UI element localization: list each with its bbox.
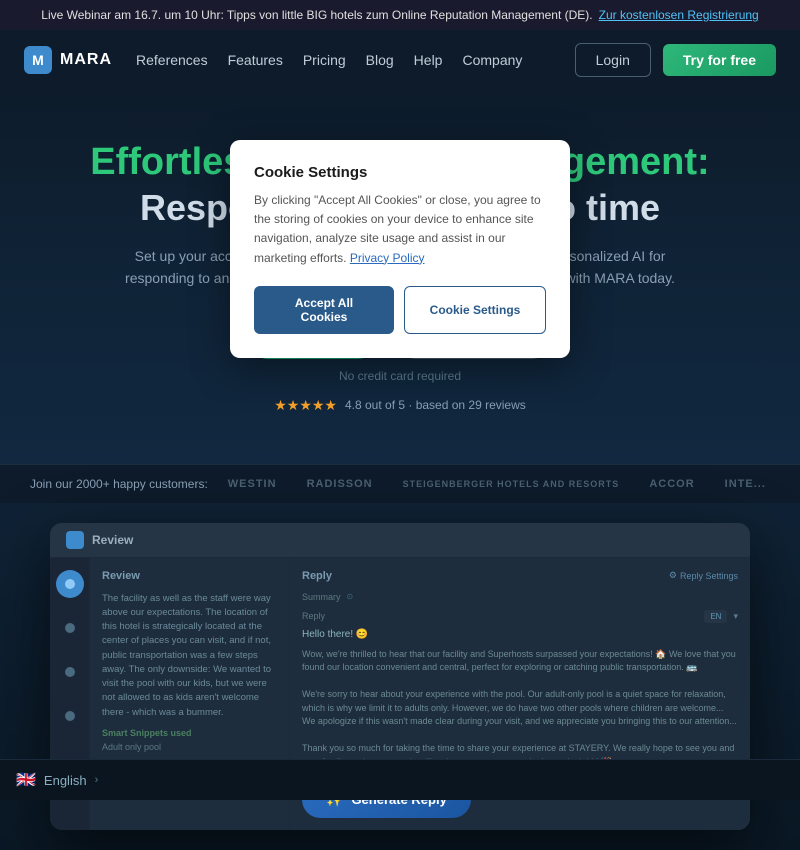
mockup-logo-icon (66, 531, 84, 549)
snippets-label: Smart Snippets used (102, 728, 277, 738)
sidebar-dot-4[interactable] (56, 702, 84, 730)
rating-row: ★★★★★ 4.8 out of 5 · based on 29 reviews (40, 397, 760, 414)
customer-other: Inte... (725, 478, 766, 490)
logo-icon: M (24, 46, 52, 74)
navbar: M MARA References Features Pricing Blog … (0, 30, 800, 90)
accept-cookies-button[interactable]: Accept All Cookies (254, 286, 394, 334)
privacy-link[interactable]: Privacy Policy (350, 251, 425, 265)
customers-bar: Join our 2000+ happy customers: WESTIN R… (0, 464, 800, 503)
logo-text: MARA (60, 51, 112, 69)
customer-logos: WESTIN Radisson STEIGENBERGER HOTELS AND… (228, 478, 770, 490)
hello-text: Hello there! 😊 (302, 629, 738, 640)
no-credit-text: No credit card required (40, 369, 760, 383)
customer-steigenberger: STEIGENBERGER HOTELS AND RESORTS (403, 479, 620, 489)
chevron-down-icon: ▾ (733, 611, 738, 622)
language-chevron-icon: › (95, 774, 99, 786)
reply-label: Reply (302, 611, 325, 621)
flag-icon: 🇬🇧 (16, 770, 36, 790)
stars-icon: ★★★★★ (274, 397, 337, 414)
summary-toggle-icon: ⊙ (347, 592, 354, 601)
footer: 🇬🇧 English › (0, 759, 800, 800)
summary-row: Summary ⊙ (302, 592, 738, 602)
nav-help[interactable]: Help (414, 52, 443, 68)
customers-label: Join our 2000+ happy customers: (30, 477, 208, 491)
reply-settings-button[interactable]: ⚙ Reply Settings (669, 570, 738, 581)
try-free-button[interactable]: Try for free (663, 44, 776, 76)
cookie-modal: Cookie Settings By clicking "Accept All … (230, 140, 570, 358)
top-banner: Live Webinar am 16.7. um 10 Uhr: Tipps v… (0, 0, 800, 30)
summary-label: Summary (302, 592, 341, 602)
review-panel-title: Review (102, 570, 277, 582)
sidebar-dot-1[interactable] (56, 570, 84, 598)
customer-radisson: Radisson (307, 478, 373, 490)
rating-score: 4.8 out of 5 · based on 29 reviews (345, 398, 526, 412)
nav-references[interactable]: References (136, 52, 208, 68)
nav-pricing[interactable]: Pricing (303, 52, 346, 68)
cookie-btn-row: Accept All Cookies Cookie Settings (254, 286, 546, 334)
reply-panel-header: Reply ⚙ Reply Settings (302, 570, 738, 582)
nav-actions: Login Try for free (575, 43, 776, 77)
cookie-modal-title: Cookie Settings (254, 164, 546, 181)
logo: M MARA (24, 46, 112, 74)
cookie-settings-button[interactable]: Cookie Settings (404, 286, 546, 334)
lang-badge: EN (704, 610, 727, 623)
cookie-modal-text: By clicking "Accept All Cookies" or clos… (254, 191, 546, 268)
review-text: The facility as well as the staff were w… (102, 592, 277, 720)
customer-westin: WESTIN (228, 478, 277, 490)
language-label: English (44, 773, 87, 788)
nav-blog[interactable]: Blog (366, 52, 394, 68)
sidebar-dot-2[interactable] (56, 614, 84, 642)
mockup-header: Review (50, 523, 750, 558)
nav-company[interactable]: Company (462, 52, 522, 68)
customer-accor: ACCOR (649, 478, 694, 490)
login-button[interactable]: Login (575, 43, 651, 77)
reply-body-text: Wow, we're thrilled to hear that our fac… (302, 648, 738, 770)
banner-text: Live Webinar am 16.7. um 10 Uhr: Tipps v… (41, 8, 592, 22)
sidebar-dot-3[interactable] (56, 658, 84, 686)
nav-links: References Features Pricing Blog Help Co… (136, 52, 551, 68)
snippets-value: Adult only pool (102, 742, 277, 752)
banner-link[interactable]: Zur kostenlosen Registrierung (599, 8, 759, 22)
nav-features[interactable]: Features (228, 52, 283, 68)
mockup-header-title: Review (92, 533, 133, 547)
reply-panel-title: Reply (302, 570, 332, 582)
reply-row: Reply EN ▾ (302, 610, 738, 623)
